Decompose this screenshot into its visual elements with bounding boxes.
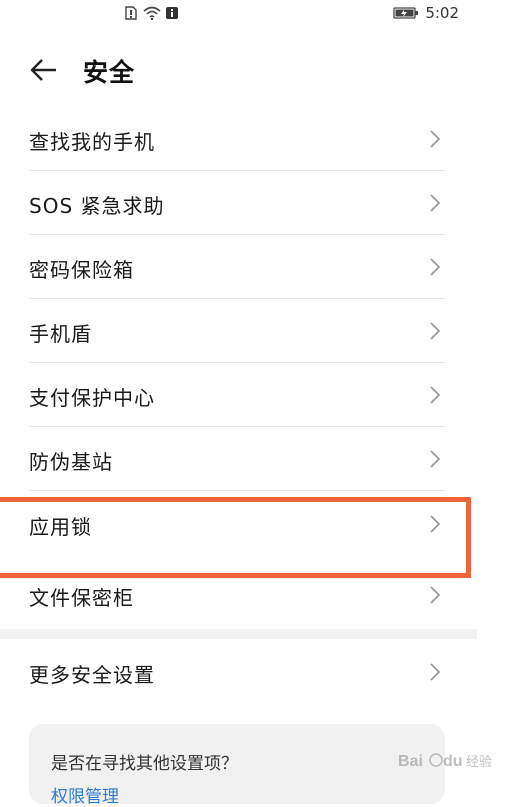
chevron-right-icon (430, 586, 441, 604)
list-item-more-security-settings[interactable]: 更多安全设置 (0, 640, 477, 704)
list-item-anti-fake-station[interactable]: 防伪基站 (0, 427, 477, 491)
chevron-right-icon (430, 386, 441, 404)
list-item-label: 防伪基站 (29, 450, 113, 474)
chevron-right-icon (430, 130, 441, 148)
list-item-label: 应用锁 (29, 515, 92, 539)
chevron-right-icon (430, 194, 441, 212)
back-button[interactable] (28, 54, 62, 86)
chevron-right-icon (430, 450, 441, 468)
suggestion-text: 是否在寻找其他设置项？ (51, 754, 238, 774)
sim-icon (125, 5, 139, 20)
battery-charging-icon (393, 6, 419, 20)
notification-icon (165, 5, 179, 19)
list-item-app-lock[interactable]: 应用锁 (0, 497, 477, 563)
list-item-payment-protection[interactable]: 支付保护中心 (0, 363, 477, 427)
suggestion-card: 是否在寻找其他设置项？ 权限管理 (29, 724, 445, 807)
back-arrow-icon (30, 59, 56, 81)
wifi-icon (143, 5, 161, 21)
chevron-right-icon (430, 663, 441, 681)
list-item-label: 手机盾 (29, 322, 92, 346)
list-item-find-my-phone[interactable]: 查找我的手机 (0, 107, 477, 171)
list-item-file-safe[interactable]: 文件保密柜 (0, 563, 477, 627)
svg-text:Bai: Bai (398, 753, 423, 770)
status-right: 5:02 (393, 4, 459, 22)
list-item-label: 更多安全设置 (29, 663, 155, 687)
list-item-sos[interactable]: SOS 紧急求助 (0, 171, 477, 235)
section-divider (0, 629, 477, 639)
status-time: 5:02 (425, 4, 459, 22)
list-item-password-vault[interactable]: 密码保险箱 (0, 235, 477, 299)
chevron-right-icon (430, 258, 441, 276)
page-title: 安全 (83, 58, 136, 87)
list-item-label: SOS 紧急求助 (29, 194, 165, 218)
status-bar: 5:02 (0, 0, 519, 28)
chevron-right-icon (430, 322, 441, 340)
baidu-watermark-logo: Bai du 经验 (398, 753, 492, 770)
list-item-phone-shield[interactable]: 手机盾 (0, 299, 477, 363)
svg-text:du: du (443, 753, 463, 770)
svg-text:经验: 经验 (466, 754, 492, 770)
divider (29, 490, 445, 491)
list-item-label: 支付保护中心 (29, 386, 155, 410)
list-item-label: 查找我的手机 (29, 130, 155, 154)
status-left-icons (125, 5, 179, 21)
chevron-right-icon (430, 515, 441, 533)
settings-list: 查找我的手机 SOS 紧急求助 密码保险箱 手机盾 支付保护中心 防伪基站 应用… (0, 107, 477, 627)
list-item-label: 密码保险箱 (29, 258, 134, 282)
page-header: 安全 (0, 48, 519, 92)
suggestion-link-permissions[interactable]: 权限管理 (51, 782, 119, 807)
list-item-label: 文件保密柜 (29, 586, 134, 610)
